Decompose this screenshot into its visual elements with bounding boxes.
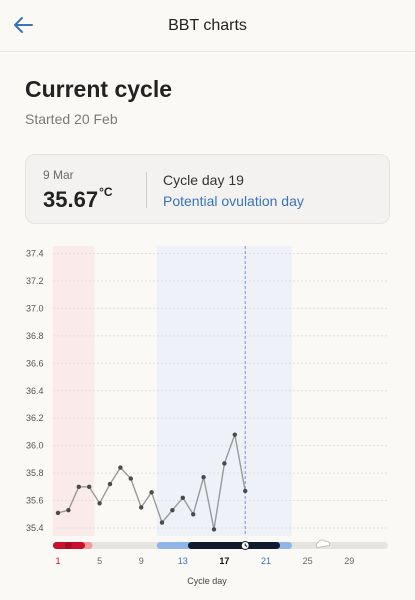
temperature-unit: °C	[99, 185, 113, 199]
selected-date: 9 Mar	[43, 168, 74, 182]
temperature-point	[243, 488, 248, 494]
temperature-point	[201, 475, 206, 480]
temperature-point	[149, 490, 154, 495]
y-tick-label: 36.6	[26, 358, 44, 368]
x-tick-label: 25	[303, 556, 313, 566]
y-tick-label: 37.2	[26, 276, 44, 286]
temperature-point	[107, 481, 113, 487]
period-day-dot	[64, 542, 72, 549]
x-tick-label: 1	[55, 556, 60, 566]
x-tick-label: 13	[178, 556, 188, 566]
cycle-day-label: Cycle day 19	[163, 172, 244, 188]
y-tick-label: 36.2	[26, 413, 44, 423]
y-tick-label: 37.0	[26, 303, 44, 313]
temperature-point	[55, 510, 61, 516]
temperature-point	[97, 501, 102, 506]
y-tick-label: 36.4	[26, 386, 44, 396]
temperature-point	[139, 505, 144, 510]
top-app-bar: BBT charts	[0, 0, 415, 52]
y-tick-label: 36.8	[26, 331, 44, 341]
x-tick-label: 21	[261, 556, 271, 566]
bbt-chart[interactable]: 37.4 37.2 37.0 36.8 36.6 36.4 36.2 36.0 35.8 35.6…	[0, 236, 415, 596]
selected-temperature: 35.67°C	[43, 185, 113, 213]
temperature-point	[128, 476, 133, 481]
temperature-point	[211, 527, 217, 532]
y-tick-label: 35.4	[26, 523, 44, 533]
x-tick-label: 9	[139, 556, 144, 566]
x-tick-label: 5	[97, 556, 102, 566]
temperature-point	[170, 507, 175, 513]
temperature-point	[222, 461, 227, 466]
x-tick-label: 17	[219, 556, 229, 566]
cycle-start-date: Started 20 Feb	[25, 111, 118, 127]
temperature-point	[191, 512, 196, 517]
screen-title: BBT charts	[168, 17, 247, 34]
selected-day-card: 9 Mar 35.67°C Cycle day 19 Potential ovu…	[25, 154, 390, 224]
page-title: Current cycle	[25, 76, 173, 102]
temperature-point	[66, 507, 71, 513]
temperature-point	[232, 432, 237, 437]
temperature-point	[87, 484, 92, 490]
x-axis-label: Cycle day	[187, 576, 227, 586]
x-tick-label: 29	[344, 556, 354, 566]
temperature-point	[76, 484, 82, 490]
bbt-chart-svg[interactable]: 37.4 37.2 37.0 36.8 36.6 36.4 36.2 36.0 35.8 35.6…	[0, 236, 415, 596]
temperature-point	[118, 465, 123, 470]
peak-fertility-strip	[188, 542, 280, 549]
temperature-value: 35.67	[43, 187, 99, 212]
y-tick-label: 35.8	[26, 468, 44, 478]
temperature-point	[159, 520, 165, 525]
ovulation-link[interactable]: Potential ovulation day	[163, 193, 304, 209]
y-tick-label: 36.0	[26, 441, 44, 451]
y-tick-label: 35.6	[26, 496, 44, 506]
y-tick-label: 37.4	[26, 249, 44, 259]
temperature-point	[180, 495, 185, 501]
card-divider	[146, 172, 147, 208]
